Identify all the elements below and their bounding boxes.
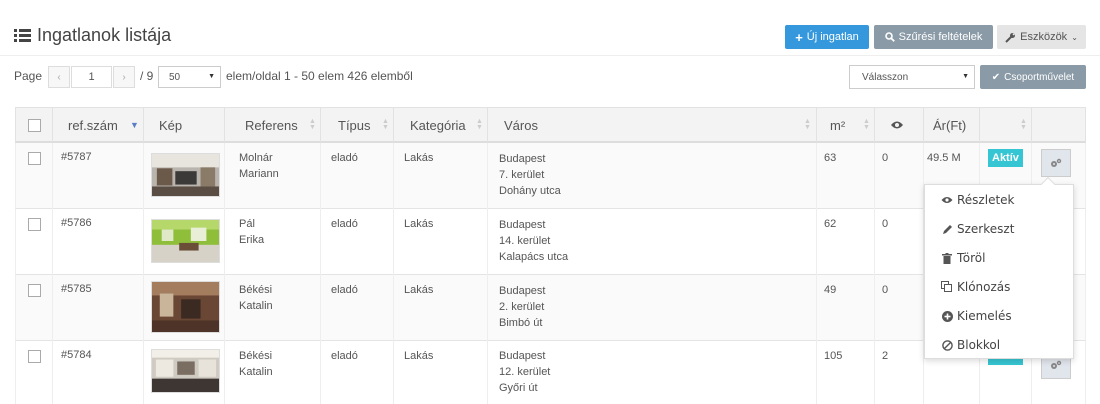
sort-icon: ▲ ▼	[863, 118, 870, 131]
bulk-action-select[interactable]: Válasszon ▼	[849, 65, 975, 89]
sort-icon: ▲ ▼	[804, 118, 811, 131]
eye-icon	[891, 121, 903, 129]
ref-number[interactable]: #5785	[61, 281, 92, 297]
col-city[interactable]: Város ▲ ▼	[488, 108, 817, 142]
col-views[interactable]	[875, 108, 924, 142]
col-image: Kép	[144, 108, 225, 142]
col-type[interactable]: Típus ▲ ▼	[321, 108, 394, 142]
page-title-text: Ingatlanok listája	[37, 25, 172, 45]
sort-icon: ▲ ▼	[1020, 118, 1027, 131]
col-ref[interactable]: ref.szám ▼	[53, 108, 144, 142]
sort-icon: ▲ ▼	[309, 118, 316, 131]
row-checkbox[interactable]	[28, 152, 41, 165]
table-header: ref.szám ▼ Kép Referens ▲ ▼ Típus ▲ ▼ Kate…	[15, 107, 1086, 143]
sort-icon: ▲ ▼	[382, 118, 389, 131]
wrench-icon	[1005, 32, 1016, 43]
row-checkbox[interactable]	[28, 284, 41, 297]
prev-page-button[interactable]: ‹	[48, 66, 70, 88]
check-icon: ✔	[991, 71, 1001, 83]
menu-item-edit[interactable]: Szerkeszt	[925, 217, 1073, 241]
col-price[interactable]: Ár(Ft)	[924, 108, 980, 142]
sort-icon: ▲ ▼	[476, 118, 483, 131]
col-actions	[1032, 108, 1086, 142]
caret-down-icon: ▼	[208, 73, 215, 80]
ref-number[interactable]: #5787	[61, 149, 92, 165]
status-badge[interactable]: Aktív	[988, 149, 1023, 167]
price: 49.5 M	[927, 152, 961, 164]
menu-item-details[interactable]: Részletek	[925, 188, 1073, 212]
new-property-button[interactable]: + Új ingatlan	[785, 25, 869, 49]
pagination-info: elem/oldal 1 - 50 elem 426 elemből	[226, 69, 413, 83]
ref-number[interactable]: #5786	[61, 215, 92, 231]
tools-dropdown-button[interactable]: Eszközök ⌄	[997, 25, 1086, 49]
bulk-action-button[interactable]: ✔ Csoportművelet	[980, 65, 1086, 89]
next-page-button[interactable]: ›	[113, 66, 135, 88]
col-status[interactable]: ▲ ▼	[980, 108, 1032, 142]
trash-icon	[942, 252, 952, 264]
ban-icon	[941, 339, 953, 351]
row-actions-menu: Részletek Szerkeszt Töröl Klónozás Kieme…	[924, 176, 1074, 359]
col-area[interactable]: m² ▲ ▼	[817, 108, 875, 142]
gears-icon	[1051, 158, 1062, 167]
plus-icon: +	[795, 29, 803, 45]
per-page-select[interactable]: 50 ▼	[158, 66, 221, 88]
pagination-bar: Page ‹ › / 9 50 ▼ elem/oldal 1 - 50 elem…	[0, 64, 1100, 90]
eye-icon	[941, 197, 953, 203]
sort-desc-icon: ▼	[130, 120, 139, 130]
caret-down-icon: ▼	[962, 73, 969, 80]
page-label: Page	[14, 69, 43, 83]
property-thumbnail[interactable]	[151, 153, 220, 197]
search-icon	[884, 32, 895, 42]
pencil-icon	[942, 224, 952, 234]
menu-item-clone[interactable]: Klónozás	[925, 275, 1073, 299]
row-actions-button[interactable]	[1041, 149, 1071, 177]
menu-item-highlight[interactable]: Kiemelés	[925, 304, 1073, 328]
page-header: Ingatlanok listája + Új ingatlan Szűrési…	[0, 0, 1100, 56]
select-all-checkbox[interactable]	[28, 119, 41, 132]
gears-icon	[1051, 360, 1062, 369]
list-icon	[14, 29, 31, 42]
chevron-down-icon: ⌄	[1071, 32, 1078, 42]
filter-button[interactable]: Szűrési feltételek	[874, 25, 993, 49]
row-checkbox[interactable]	[28, 350, 41, 363]
select-all-cell	[16, 108, 53, 142]
page-title: Ingatlanok listája	[14, 25, 171, 46]
row-checkbox[interactable]	[28, 218, 41, 231]
menu-item-block[interactable]: Blokkol	[925, 333, 1073, 357]
copy-icon	[941, 281, 952, 292]
ref-number[interactable]: #5784	[61, 347, 92, 363]
property-thumbnail[interactable]	[151, 219, 220, 263]
property-thumbnail[interactable]	[151, 349, 220, 393]
col-category[interactable]: Kategória ▲ ▼	[394, 108, 488, 142]
total-pages: / 9	[140, 69, 154, 83]
plus-circle-icon	[941, 310, 953, 322]
col-agent[interactable]: Referens ▲ ▼	[225, 108, 321, 142]
property-thumbnail[interactable]	[151, 281, 220, 333]
page-number-input[interactable]	[71, 66, 112, 88]
menu-item-delete[interactable]: Töröl	[925, 246, 1073, 270]
